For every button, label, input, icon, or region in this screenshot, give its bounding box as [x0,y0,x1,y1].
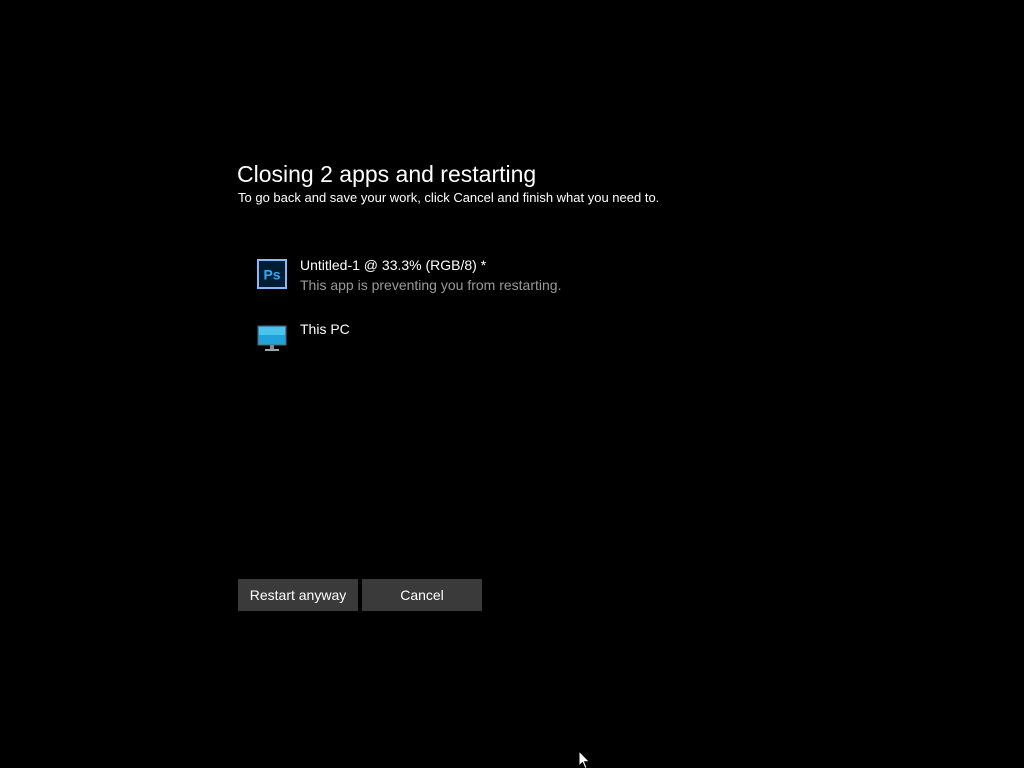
restart-dialog: Closing 2 apps and restarting To go back… [237,158,797,628]
list-item: Ps Untitled-1 @ 33.3% (RGB/8) * This app… [257,254,757,304]
svg-text:Ps: Ps [263,267,280,283]
app-name: This PC [300,321,350,337]
photoshop-icon: Ps [257,259,287,289]
list-item: This PC [257,318,757,368]
monitor-icon [257,323,287,353]
dialog-subtitle: To go back and save your work, click Can… [238,190,660,205]
dialog-title: Closing 2 apps and restarting [237,161,537,187]
app-status: This app is preventing you from restarti… [300,277,562,293]
restart-anyway-button[interactable]: Restart anyway [238,579,358,611]
app-name: Untitled-1 @ 33.3% (RGB/8) * [300,257,487,273]
cancel-button[interactable]: Cancel [362,579,482,611]
mouse-pointer-icon [578,749,592,768]
